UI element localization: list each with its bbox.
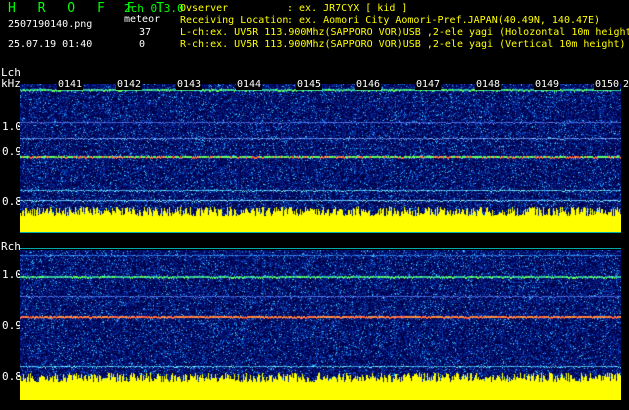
observer-value: : ex. JR7CYX [ kid ]	[287, 3, 408, 14]
rch-label: Rch	[1, 240, 21, 253]
lch-info: L-ch:ex. UV5R 113.900Mhz(SAPPORO VOR)USB…	[180, 27, 629, 38]
lch-count: 37	[139, 27, 152, 38]
second-label: 0146	[355, 79, 382, 90]
location-value: : ex. Aomori City Aomori-Pref.JAPAN(40.4…	[287, 15, 601, 26]
second-label: 0148	[475, 79, 502, 90]
observer-label: Ovserver	[180, 3, 229, 14]
filename-label: 2507190140.png	[8, 19, 93, 30]
second-label: 0150	[594, 79, 621, 90]
lch-waterfall	[20, 84, 621, 232]
second-label: 0142	[116, 79, 143, 90]
second-label: 0144	[236, 79, 263, 90]
lch-bottom-border	[20, 232, 621, 233]
datetime-label: 25.07.19 01:40	[8, 39, 93, 50]
mode-label: 2ch 0.3.0	[124, 2, 184, 15]
khz-unit-label: kHz	[1, 77, 21, 90]
second-label: 0149	[534, 79, 561, 90]
second-label: 2	[622, 79, 629, 90]
location-label: Receiving Location	[180, 15, 289, 26]
second-label: 0145	[296, 79, 323, 90]
second-label: 0147	[415, 79, 442, 90]
rch-waterfall	[20, 250, 621, 400]
second-label: 0141	[57, 79, 84, 90]
event-label: meteor	[124, 14, 161, 25]
rch-count: 0	[139, 39, 146, 50]
rch-info: R-ch:ex. UV5R 113.900Mhz(SAPPORO VOR)USB…	[180, 39, 626, 50]
second-label: 0143	[176, 79, 203, 90]
rch-top-border	[20, 248, 621, 249]
